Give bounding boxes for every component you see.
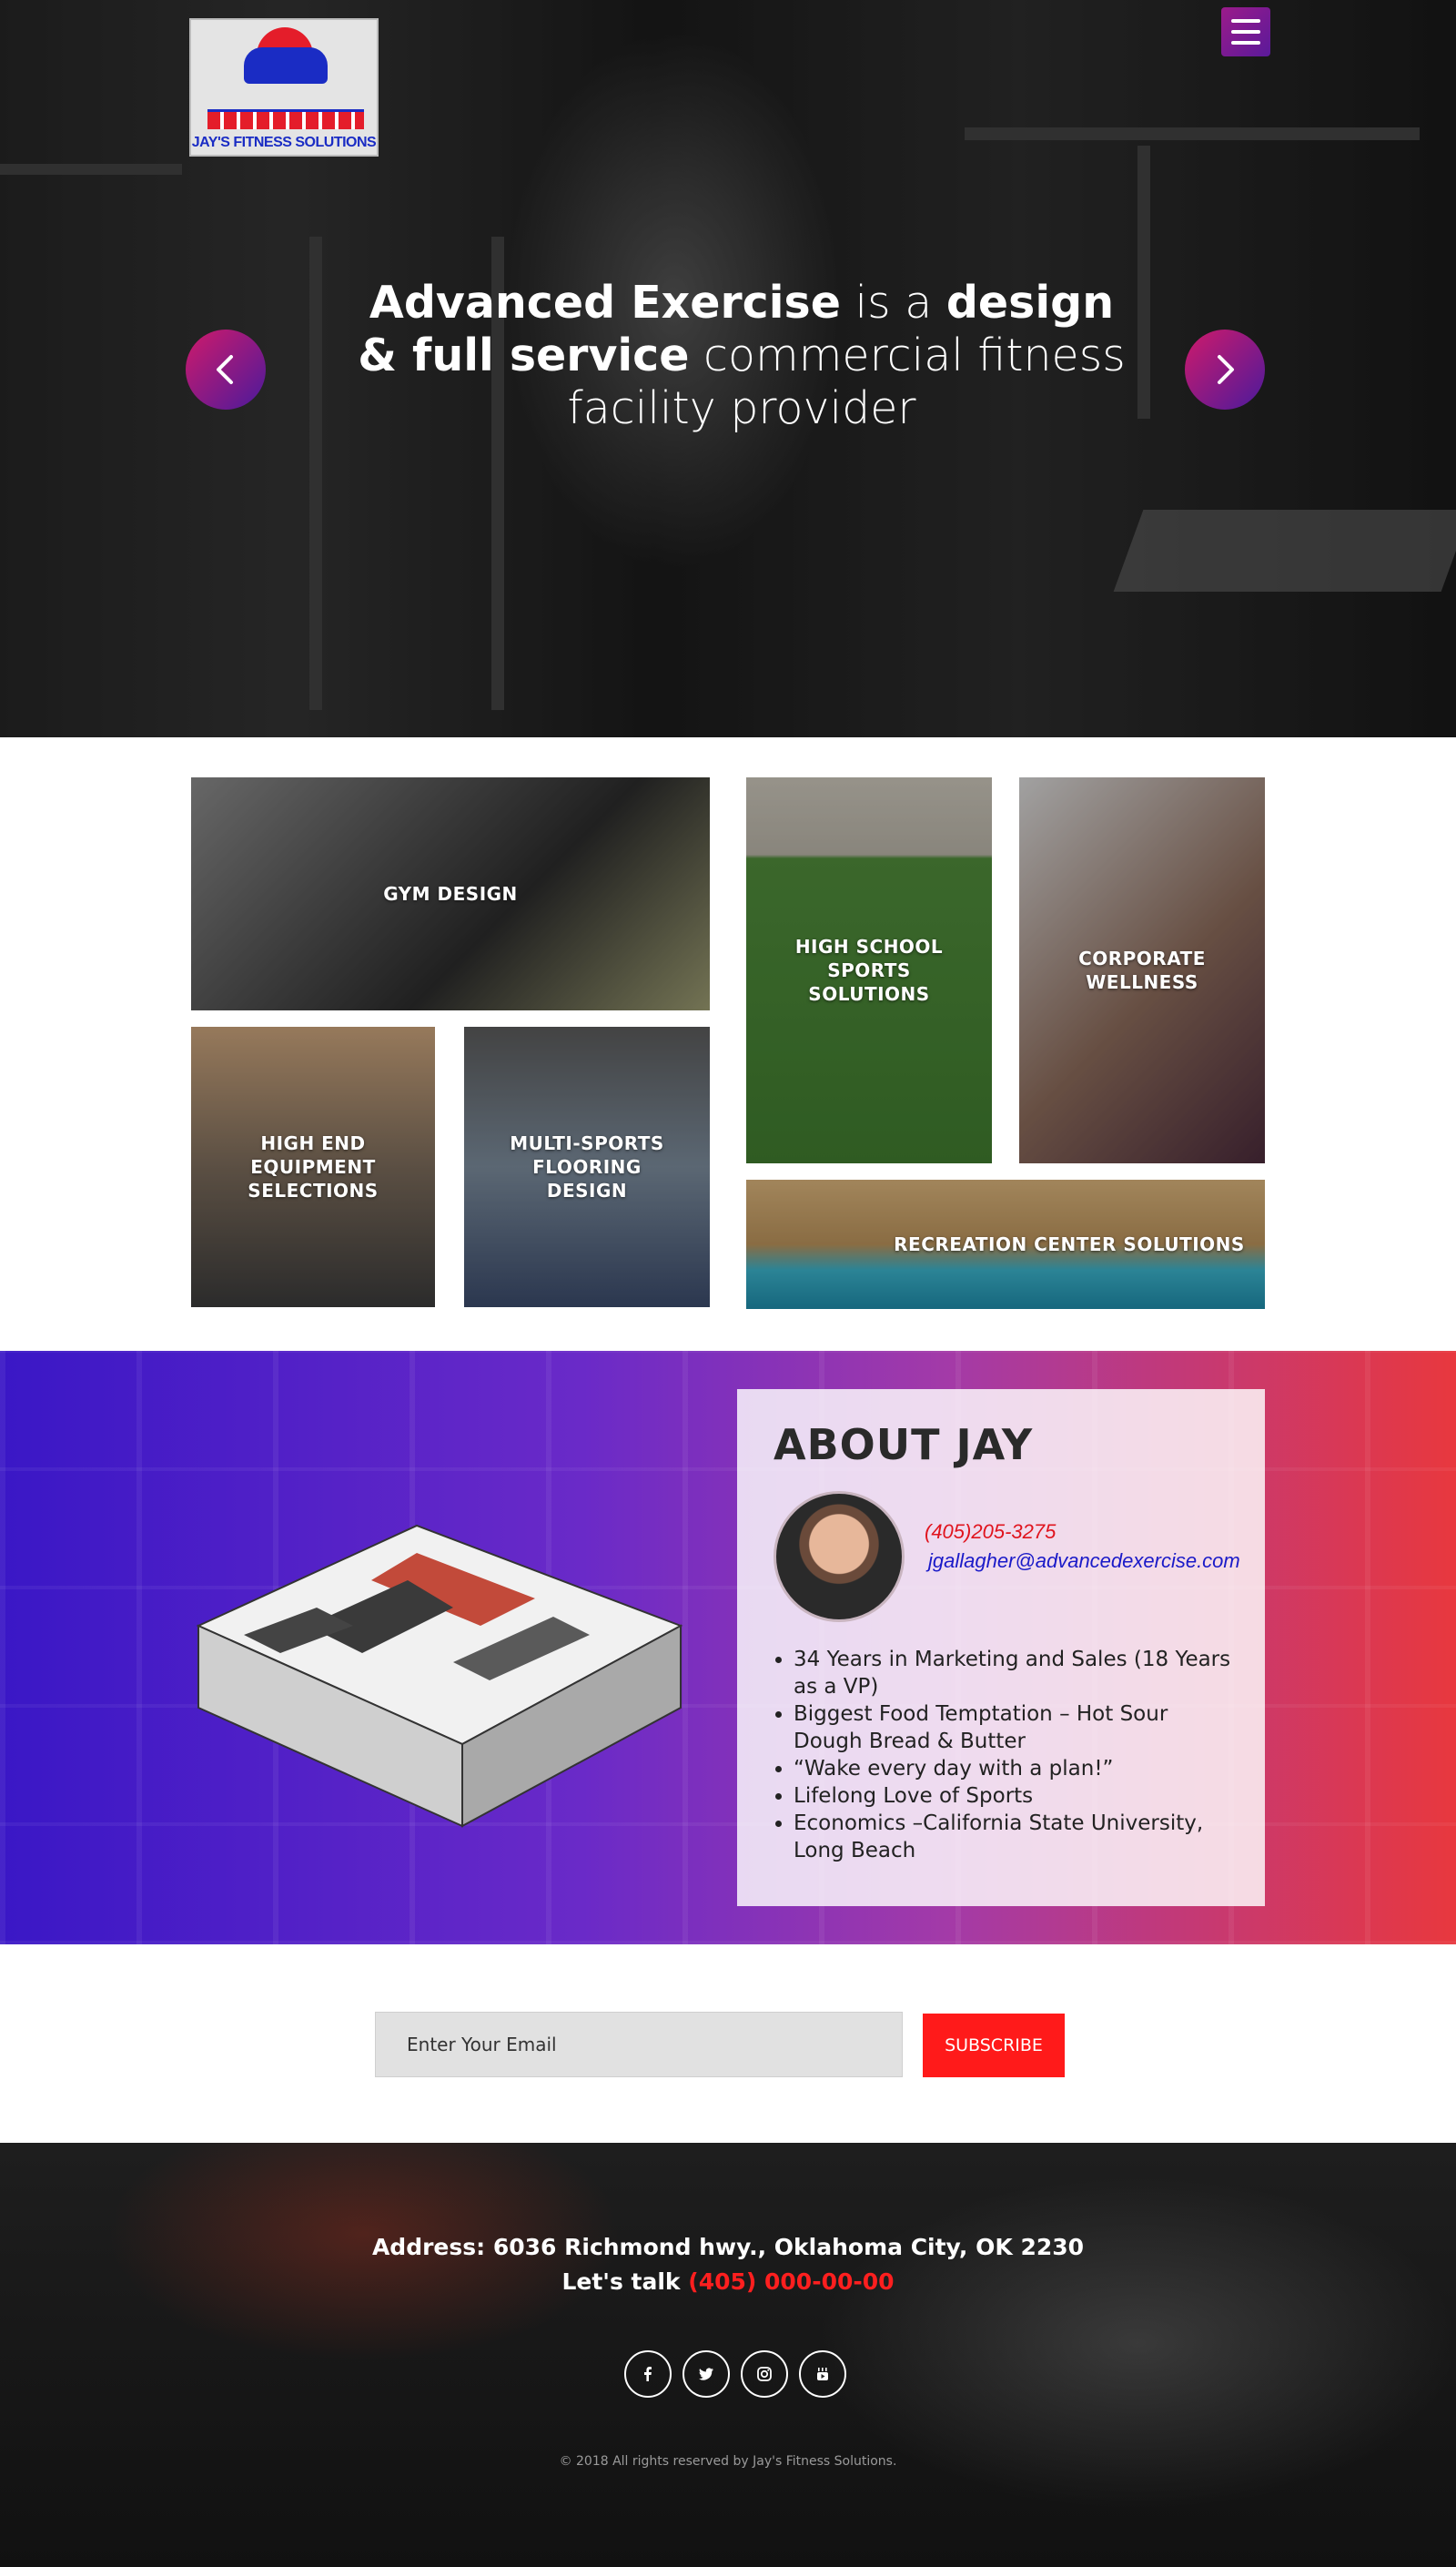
about-email-link[interactable]: jgallagher@advancedexercise.com bbox=[928, 1549, 1240, 1573]
about-card: ABOUT JAY (405)205-3275 jgallagher@advan… bbox=[737, 1389, 1265, 1906]
service-label: HIGH END EQUIPMENT SELECTIONS bbox=[248, 1132, 379, 1202]
about-facts-list: 34 Years in Marketing and Sales (18 Year… bbox=[794, 1646, 1239, 1864]
facebook-icon bbox=[644, 2367, 652, 2381]
hamburger-line bbox=[1231, 30, 1260, 34]
list-item: 34 Years in Marketing and Sales (18 Year… bbox=[794, 1646, 1239, 1700]
hero-text-bold: & full service bbox=[358, 330, 690, 381]
footer-address: Address: 6036 Richmond hwy., Oklahoma Ci… bbox=[371, 2234, 1085, 2260]
hamburger-line bbox=[1231, 41, 1260, 45]
avatar bbox=[774, 1491, 905, 1622]
hero-text: commercial fitness bbox=[689, 330, 1126, 381]
hamburger-menu-button[interactable] bbox=[1221, 7, 1270, 56]
youtube-button[interactable] bbox=[799, 2350, 846, 2398]
hero-text-bold: design bbox=[945, 277, 1115, 329]
hamburger-icon bbox=[1231, 19, 1260, 23]
twitter-icon bbox=[699, 2368, 713, 2380]
hero-brand: Advanced Exercise bbox=[369, 277, 841, 329]
gym-floorplan-3d-image bbox=[196, 1524, 683, 1828]
twitter-button[interactable] bbox=[682, 2350, 730, 2398]
hero-headline: Advanced Exercise is a design & full ser… bbox=[346, 277, 1138, 435]
list-item: Economics –California State University, … bbox=[794, 1810, 1239, 1864]
service-label: MULTI-SPORTS FLOORING DESIGN bbox=[510, 1132, 664, 1202]
hero-text: is a bbox=[840, 277, 946, 329]
instagram-icon bbox=[757, 2367, 772, 2381]
about-title: ABOUT JAY bbox=[774, 1420, 1034, 1469]
list-item: “Wake every day with a plan!” bbox=[794, 1755, 1239, 1782]
logo-figure-icon bbox=[244, 47, 328, 84]
youtube-icon bbox=[817, 2368, 828, 2380]
service-label: HIGH SCHOOL SPORTS SOLUTIONS bbox=[794, 936, 944, 1005]
footer bbox=[0, 2143, 1456, 2567]
site-logo[interactable]: JAY'S FITNESS SOLUTIONS bbox=[189, 18, 379, 157]
service-tile-flooring[interactable]: MULTI-SPORTS FLOORING DESIGN bbox=[464, 1027, 710, 1307]
service-label: CORPORATE WELLNESS bbox=[1078, 948, 1206, 993]
copyright-text: © 2018 All rights reserved by Jay's Fitn… bbox=[559, 2454, 897, 2469]
email-input[interactable] bbox=[375, 2012, 903, 2077]
chevron-right-icon bbox=[1218, 355, 1234, 384]
footer-talk-label: Let's talk bbox=[561, 2268, 689, 2295]
slider-next-button[interactable] bbox=[1185, 330, 1265, 410]
logo-stars bbox=[207, 109, 364, 129]
hero-text: facility provider bbox=[567, 382, 916, 434]
logo-text: JAY'S FITNESS SOLUTIONS bbox=[191, 135, 377, 150]
chevron-left-icon bbox=[217, 355, 233, 384]
about-phone-link[interactable]: (405)205-3275 bbox=[925, 1520, 1056, 1544]
service-label: GYM DESIGN bbox=[383, 883, 518, 905]
subscribe-button[interactable]: SUBSCRIBE bbox=[923, 2014, 1065, 2077]
facebook-button[interactable] bbox=[624, 2350, 672, 2398]
footer-phone-link[interactable]: (405) 000-00-00 bbox=[688, 2268, 894, 2295]
service-tile-high-school[interactable]: HIGH SCHOOL SPORTS SOLUTIONS bbox=[746, 777, 992, 1163]
list-item: Biggest Food Temptation – Hot Sour Dough… bbox=[794, 1700, 1239, 1755]
service-tile-gym-design[interactable]: GYM DESIGN bbox=[191, 777, 710, 1010]
footer-contact: Let's talk (405) 000-00-00 bbox=[0, 2268, 1456, 2295]
service-tile-equipment[interactable]: HIGH END EQUIPMENT SELECTIONS bbox=[191, 1027, 435, 1307]
instagram-button[interactable] bbox=[741, 2350, 788, 2398]
service-tile-recreation[interactable]: RECREATION CENTER SOLUTIONS bbox=[746, 1180, 1265, 1309]
list-item: Lifelong Love of Sports bbox=[794, 1782, 1239, 1810]
service-label: RECREATION CENTER SOLUTIONS bbox=[894, 1233, 1245, 1255]
slider-prev-button[interactable] bbox=[186, 330, 266, 410]
service-tile-corporate-wellness[interactable]: CORPORATE WELLNESS bbox=[1019, 777, 1265, 1163]
